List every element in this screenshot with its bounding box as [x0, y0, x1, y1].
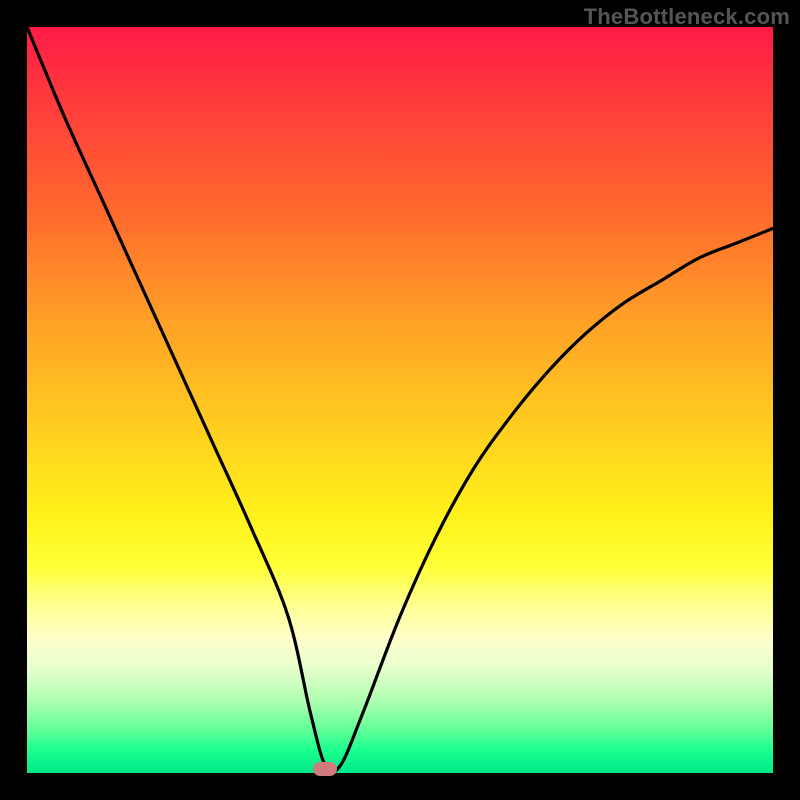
optimum-marker — [313, 762, 337, 776]
chart-plot-area — [27, 27, 773, 773]
watermark-text: TheBottleneck.com — [584, 4, 790, 30]
curve-path — [27, 27, 773, 772]
chart-frame: TheBottleneck.com — [0, 0, 800, 800]
bottleneck-curve — [27, 27, 773, 773]
